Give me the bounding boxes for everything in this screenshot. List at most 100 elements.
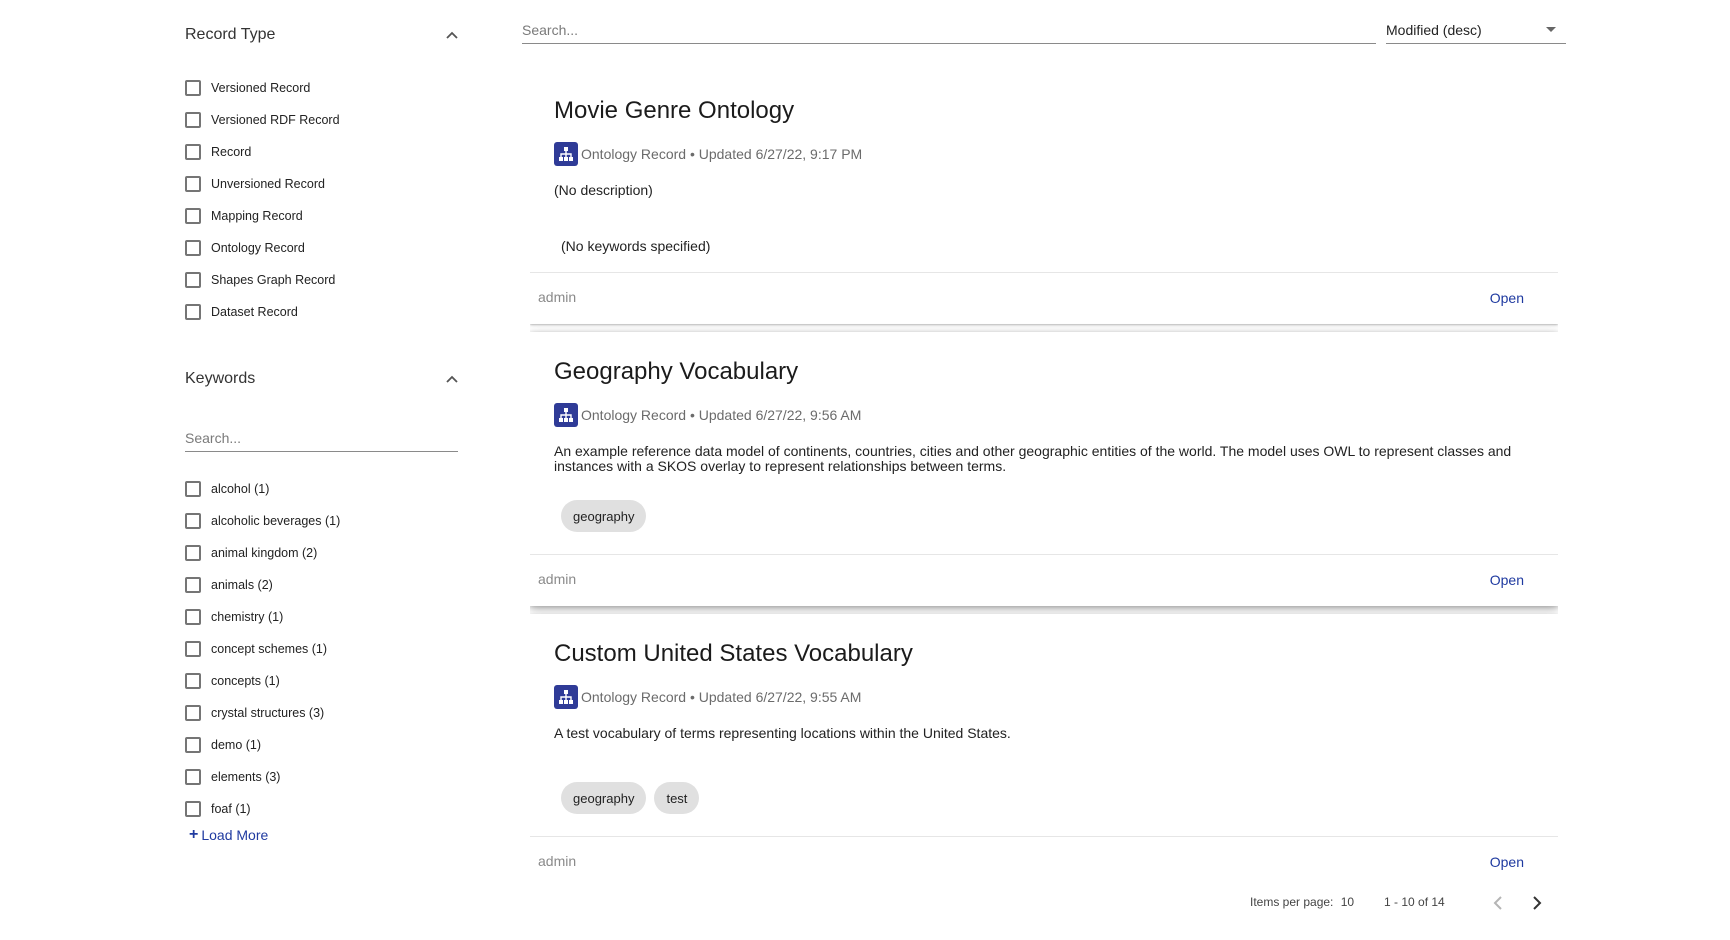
keyword-option-label: alcohol (1) — [211, 482, 270, 496]
record-type-option-label: Record — [211, 145, 252, 159]
record-description: A test vocabulary of terms representing … — [554, 725, 1011, 741]
keyword-option-label: concepts (1) — [211, 674, 280, 688]
keyword-search-field[interactable] — [185, 425, 458, 452]
record-type-option[interactable]: Unversioned Record — [185, 174, 325, 194]
ontology-hierarchy-icon — [554, 685, 578, 709]
keyword-search-input[interactable] — [185, 425, 458, 451]
checkbox[interactable] — [185, 513, 201, 529]
record-updated: • Updated 6/27/22, 9:56 AM — [686, 407, 862, 423]
keyword-option[interactable]: alcoholic beverages (1) — [185, 511, 340, 531]
keyword-option[interactable]: concepts (1) — [185, 671, 280, 691]
checkbox[interactable] — [185, 144, 201, 160]
record-list: Movie Genre Ontology Ontology Record • U… — [530, 70, 1558, 876]
keyword-chip[interactable]: geography — [561, 782, 647, 814]
checkbox[interactable] — [185, 737, 201, 753]
checkbox[interactable] — [185, 641, 201, 657]
record-type-option[interactable]: Dataset Record — [185, 302, 298, 322]
record-type-option[interactable]: Versioned RDF Record — [185, 110, 340, 130]
checkbox[interactable] — [185, 304, 201, 320]
checkbox[interactable] — [185, 673, 201, 689]
keyword-option[interactable]: chemistry (1) — [185, 607, 283, 627]
record-type: Ontology Record — [581, 146, 687, 162]
record-card[interactable]: Movie Genre Ontology Ontology Record • U… — [530, 70, 1558, 324]
keyword-option-label: alcoholic beverages (1) — [211, 514, 341, 528]
record-type-filter-header[interactable]: Record Type — [185, 20, 461, 50]
checkbox[interactable] — [185, 80, 201, 96]
checkbox[interactable] — [185, 208, 201, 224]
previous-page-button[interactable] — [1488, 893, 1508, 913]
keyword-option-label: elements (3) — [211, 770, 281, 784]
record-owner: admin — [538, 853, 577, 869]
keyword-option[interactable]: concept schemes (1) — [185, 639, 327, 659]
keyword-option-label: animal kingdom (2) — [211, 546, 318, 560]
items-per-page-label: Items per page: — [1250, 895, 1334, 909]
record-type-filter-title: Record Type — [185, 26, 276, 43]
record-description: (No description) — [554, 182, 653, 198]
record-title[interactable]: Movie Genre Ontology — [554, 97, 794, 125]
checkbox[interactable] — [185, 801, 201, 817]
open-record-button[interactable]: Open — [1490, 854, 1524, 870]
record-card[interactable]: Geography Vocabulary Ontology Record • U… — [530, 332, 1558, 606]
record-type-option-label: Shapes Graph Record — [211, 273, 336, 287]
checkbox[interactable] — [185, 176, 201, 192]
record-title[interactable]: Custom United States Vocabulary — [554, 640, 913, 668]
checkbox[interactable] — [185, 481, 201, 497]
chevron-up-icon[interactable] — [443, 26, 461, 44]
record-type-option[interactable]: Record — [185, 142, 251, 162]
keywords-filter-title: Keywords — [185, 370, 256, 387]
checkbox[interactable] — [185, 609, 201, 625]
keyword-option[interactable]: crystal structures (3) — [185, 703, 324, 723]
keyword-option[interactable]: demo (1) — [185, 735, 261, 755]
keyword-option[interactable]: foaf (1) — [185, 799, 251, 819]
record-card[interactable]: Custom United States Vocabulary Ontology… — [530, 614, 1558, 876]
keyword-option[interactable]: animal kingdom (2) — [185, 543, 317, 563]
record-title[interactable]: Geography Vocabulary — [554, 358, 798, 386]
record-keywords: geography test — [561, 782, 707, 814]
record-owner: admin — [538, 571, 577, 587]
sort-select[interactable]: Modified (desc) — [1386, 16, 1566, 44]
record-owner: admin — [538, 289, 577, 305]
no-keywords-text: (No keywords specified) — [561, 238, 711, 254]
chevron-up-icon[interactable] — [443, 370, 461, 388]
keyword-chip[interactable]: geography — [561, 500, 647, 532]
keyword-option[interactable]: alcohol (1) — [185, 479, 269, 499]
record-type-option[interactable]: Shapes Graph Record — [185, 270, 335, 290]
next-page-button[interactable] — [1527, 893, 1547, 913]
items-per-page: Items per page: 10 — [1250, 895, 1354, 909]
record-search-input[interactable] — [522, 16, 1376, 43]
checkbox[interactable] — [185, 769, 201, 785]
record-type-option-label: Mapping Record — [211, 209, 303, 223]
checkbox[interactable] — [185, 112, 201, 128]
record-search-field[interactable] — [522, 16, 1376, 44]
record-type-option[interactable]: Mapping Record — [185, 206, 303, 226]
record-keywords: geography — [561, 500, 654, 532]
checkbox[interactable] — [185, 705, 201, 721]
load-more-button[interactable]: + Load More — [189, 826, 268, 844]
record-type-option-label: Unversioned Record — [211, 177, 325, 191]
checkbox[interactable] — [185, 240, 201, 256]
keyword-option-label: demo (1) — [211, 738, 262, 752]
keyword-chip[interactable]: test — [654, 782, 700, 814]
keyword-option[interactable]: elements (3) — [185, 767, 280, 787]
record-type-option[interactable]: Versioned Record — [185, 78, 310, 98]
checkbox[interactable] — [185, 272, 201, 288]
keyword-option-label: foaf (1) — [211, 802, 251, 816]
keyword-option-label: animals (2) — [211, 578, 273, 592]
sort-select-value: Modified (desc) — [1386, 21, 1482, 38]
open-record-button[interactable]: Open — [1490, 572, 1524, 588]
checkbox[interactable] — [185, 545, 201, 561]
ontology-hierarchy-icon — [554, 142, 578, 166]
keyword-option[interactable]: animals (2) — [185, 575, 273, 595]
plus-icon: + — [189, 826, 199, 843]
record-updated: • Updated 6/27/22, 9:55 AM — [686, 689, 862, 705]
record-type-option-label: Versioned Record — [211, 81, 311, 95]
ontology-hierarchy-icon — [554, 403, 578, 427]
items-per-page-value[interactable]: 10 — [1341, 895, 1354, 909]
keywords-filter-header[interactable]: Keywords — [185, 364, 461, 394]
checkbox[interactable] — [185, 577, 201, 593]
keyword-option-label: concept schemes (1) — [211, 642, 328, 656]
open-record-button[interactable]: Open — [1490, 290, 1524, 306]
record-type-option[interactable]: Ontology Record — [185, 238, 305, 258]
chevron-right-icon — [1533, 896, 1542, 910]
record-type-option-label: Ontology Record — [211, 241, 305, 255]
